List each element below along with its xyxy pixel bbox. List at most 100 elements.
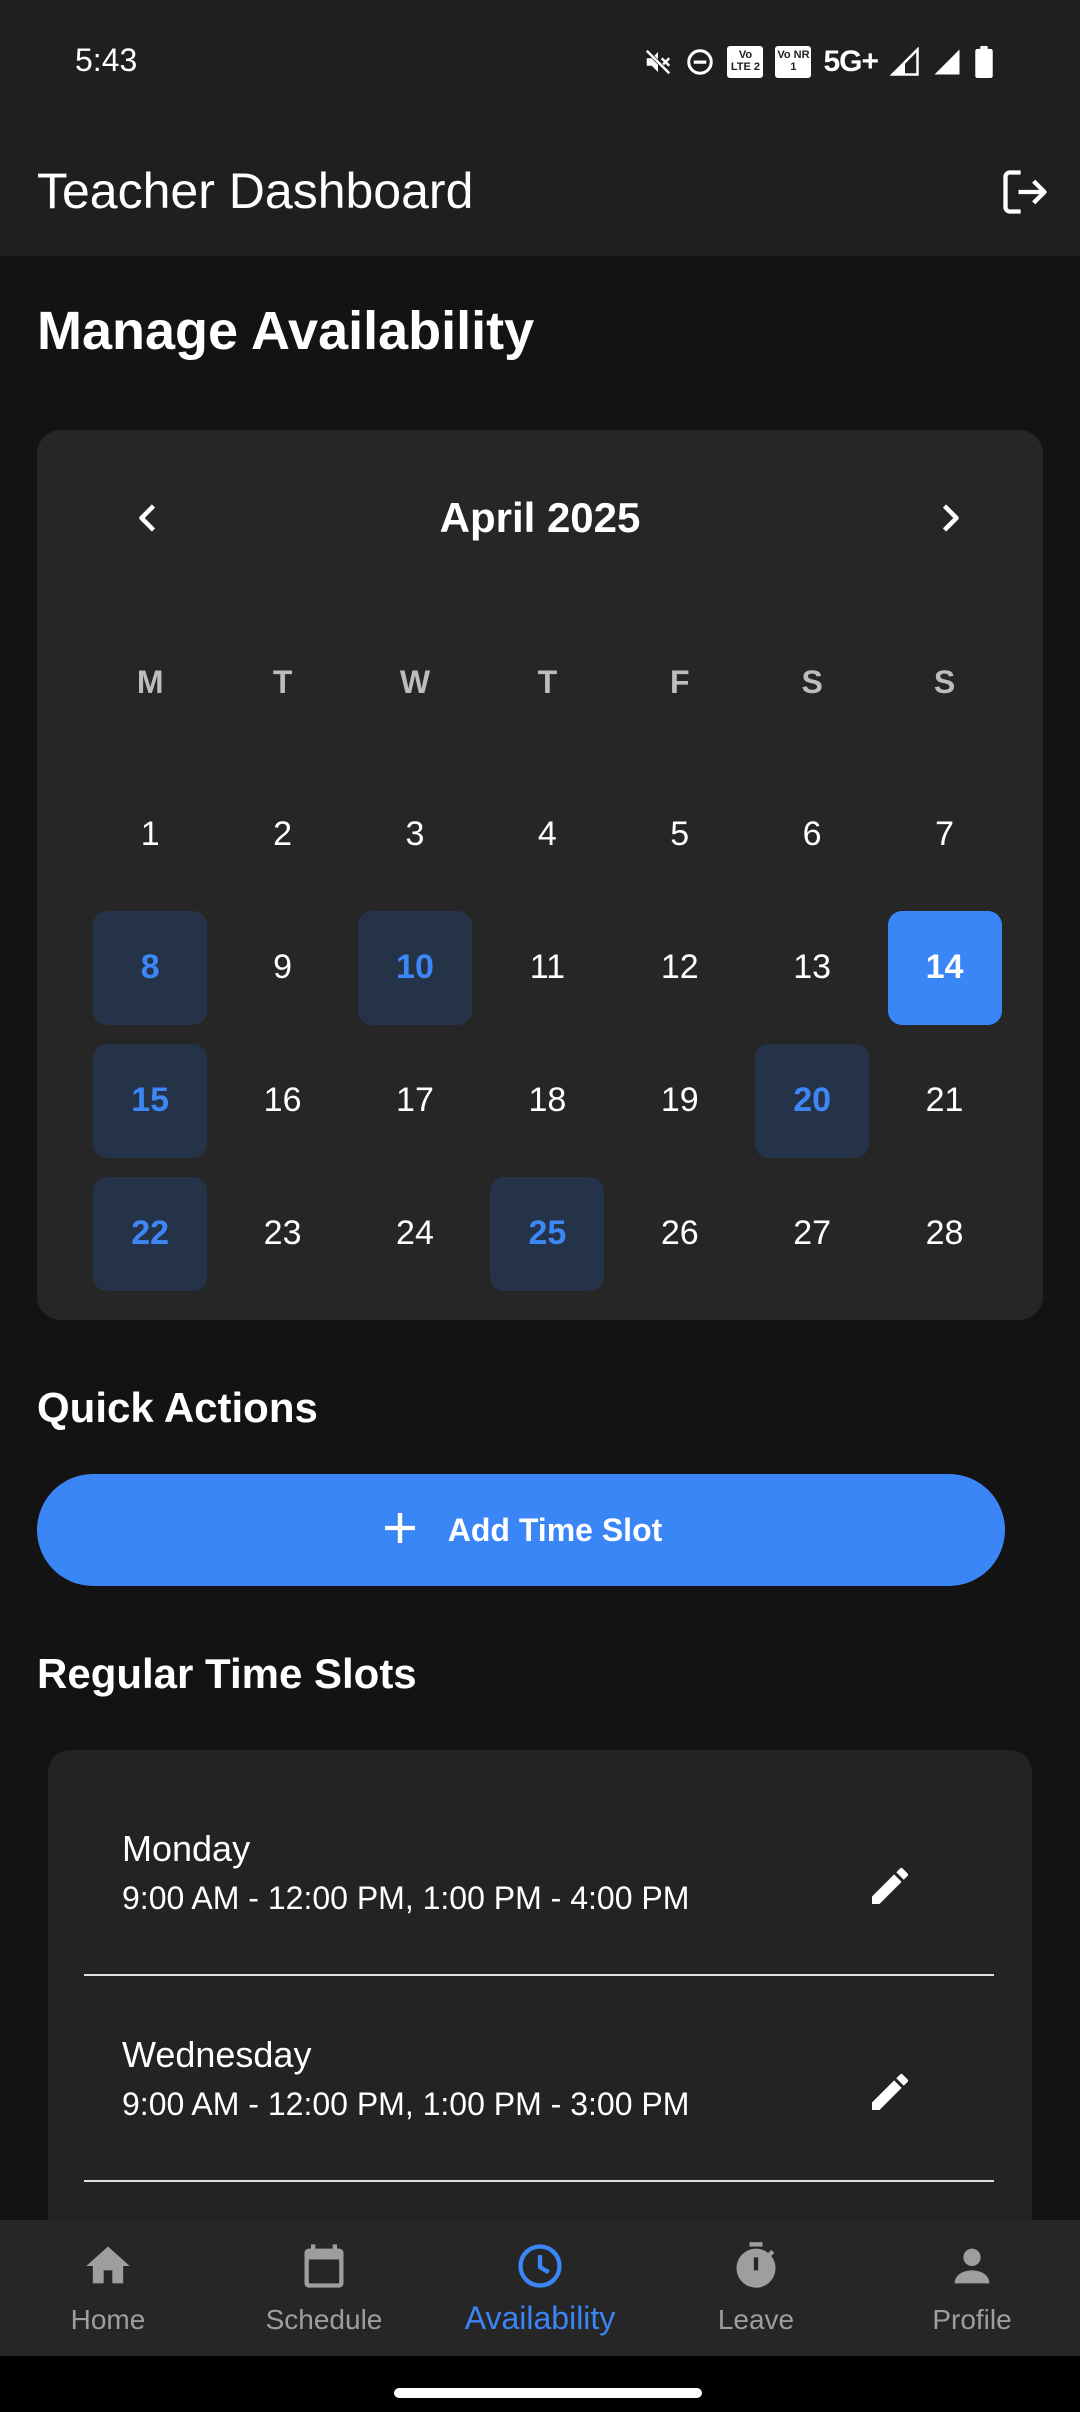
status-icons: Vo LTE 2 Vo NR 1 5G+: [643, 44, 994, 80]
calendar-day-number: 19: [660, 1081, 699, 1119]
calendar-day[interactable]: 20: [746, 1034, 878, 1167]
calendar-day[interactable]: 15: [84, 1034, 216, 1167]
nav-label: Schedule: [265, 2304, 383, 2335]
calendar-day[interactable]: 28: [878, 1167, 1010, 1300]
mute-icon: [643, 47, 673, 77]
calendar-day-number: 2: [273, 815, 293, 853]
nav-item-schedule[interactable]: Schedule: [216, 2220, 432, 2356]
sim2-badge: Vo NR 1: [775, 46, 812, 78]
status-bar: 5:43 Vo LTE 2 Vo NR 1 5G+: [0, 0, 1080, 128]
calendar-day[interactable]: 14: [878, 901, 1010, 1034]
slot-times: 9:00 AM - 12:00 PM, 1:00 PM - 4:00 PM: [122, 1880, 690, 1916]
calendar-day[interactable]: 23: [216, 1167, 348, 1300]
weekday-label: T: [272, 664, 293, 700]
calendar-day-number: 7: [935, 815, 954, 853]
weekday-label: W: [399, 664, 431, 700]
calendar-day-number: 24: [396, 1214, 434, 1252]
calendar-day[interactable]: 7: [878, 768, 1010, 901]
slot-day: Wednesday: [122, 2034, 312, 2075]
nav-item-home[interactable]: Home: [0, 2220, 216, 2356]
nav-item-leave[interactable]: Leave: [648, 2220, 864, 2356]
calendar-day-number: 17: [396, 1081, 434, 1119]
calendar-day-number: 27: [793, 1214, 832, 1252]
calendar-day-number: 6: [802, 815, 822, 853]
calendar-day[interactable]: 16: [216, 1034, 348, 1167]
calendar-day[interactable]: 27: [746, 1167, 878, 1300]
signal-icon: [932, 47, 962, 77]
calendar-day[interactable]: 9: [216, 901, 348, 1034]
calendar-day[interactable]: 13: [746, 901, 878, 1034]
calendar-day[interactable]: 4: [481, 768, 613, 901]
network-label: 5G+: [823, 45, 879, 78]
bottom-navigation: Home Schedule Availability Leave Profile: [0, 2220, 1080, 2356]
calendar-day[interactable]: 19: [614, 1034, 746, 1167]
calendar-day[interactable]: 5: [614, 768, 746, 901]
slot-times: 9:00 AM - 12:00 PM, 1:00 PM - 3:00 PM: [122, 2086, 690, 2122]
edit-slot-button[interactable]: [848, 1846, 932, 1930]
calendar-day[interactable]: 2: [216, 768, 348, 901]
home-gesture-bar[interactable]: [394, 2388, 702, 2398]
person-icon: [864, 2238, 1080, 2294]
edit-slot-button[interactable]: [848, 2052, 932, 2136]
weekday-label: S: [933, 664, 956, 700]
add-time-slot-label: Add Time Slot: [447, 1511, 663, 1548]
nav-label: Home: [70, 2304, 146, 2335]
pencil-icon: [866, 2068, 914, 2121]
calendar-icon: [216, 2238, 432, 2294]
time-slot-row[interactable]: Wednesday 9:00 AM - 12:00 PM, 1:00 PM - …: [48, 1956, 1032, 2162]
nav-label: Profile: [932, 2304, 1012, 2335]
weekday-label: T: [537, 664, 558, 700]
chevron-right-icon: [931, 500, 967, 541]
logout-icon: [999, 166, 1051, 223]
calendar-grid: 1 2 3 4 5 6 7 8 9 10 11 12 13 14 15 16 17 18 19 20 21 22 23 24 2…: [84, 768, 1011, 1300]
calendar-month-label: April 2025: [439, 494, 641, 541]
calendar-day[interactable]: 18: [481, 1034, 613, 1167]
quick-actions-title: Quick Actions: [37, 1384, 318, 1431]
calendar-day[interactable]: 3: [349, 768, 481, 901]
logout-button[interactable]: [990, 164, 1060, 224]
nav-label: Leave: [717, 2304, 795, 2335]
calendar-day[interactable]: 26: [614, 1167, 746, 1300]
nav-item-availability[interactable]: Availability: [432, 2220, 648, 2356]
calendar-day-number: 5: [670, 815, 690, 853]
calendar-weekday-header: M T W T F S S: [84, 664, 1011, 701]
calendar-day-number: 14: [887, 910, 1002, 1025]
calendar-day-number: 1: [140, 815, 160, 853]
page-title: Manage Availability: [37, 301, 535, 361]
calendar-day[interactable]: 11: [481, 901, 613, 1034]
calendar-day[interactable]: 21: [878, 1034, 1010, 1167]
calendar-day-number: 21: [925, 1081, 964, 1119]
calendar-day-number: 12: [660, 948, 699, 986]
calendar-day-number: 3: [405, 815, 425, 853]
calendar-day-number: 10: [357, 910, 472, 1025]
status-time: 5:43: [75, 42, 138, 78]
calendar-day[interactable]: 17: [349, 1034, 481, 1167]
dnd-icon: [685, 47, 715, 77]
calendar-day[interactable]: 12: [614, 901, 746, 1034]
nav-item-profile[interactable]: Profile: [864, 2220, 1080, 2356]
calendar-day[interactable]: 24: [349, 1167, 481, 1300]
calendar-day[interactable]: 8: [84, 901, 216, 1034]
calendar-day[interactable]: 1: [84, 768, 216, 901]
calendar-day[interactable]: 25: [481, 1167, 613, 1300]
plus-icon: [380, 1508, 420, 1553]
weekday-label: F: [669, 664, 690, 700]
calendar-day-number: 8: [93, 910, 208, 1025]
home-icon: [0, 2238, 216, 2294]
signal-icon: [890, 47, 920, 77]
time-slot-row[interactable]: Monday 9:00 AM - 12:00 PM, 1:00 PM - 4:0…: [48, 1750, 1032, 1956]
calendar-day[interactable]: 6: [746, 768, 878, 901]
calendar-day[interactable]: 22: [84, 1167, 216, 1300]
pencil-icon: [866, 1862, 914, 1915]
next-month-button[interactable]: [919, 490, 979, 550]
app-title: Teacher Dashboard: [37, 163, 474, 219]
nav-label: Availability: [464, 2300, 616, 2336]
gesture-area: [0, 2356, 1080, 2412]
calendar-day-number: 11: [529, 948, 565, 986]
calendar-day[interactable]: 10: [349, 901, 481, 1034]
calendar-day-number: 25: [490, 1176, 605, 1291]
calendar-day-number: 18: [528, 1081, 567, 1119]
add-time-slot-button[interactable]: Add Time Slot: [37, 1474, 1005, 1586]
calendar-day-number: 26: [660, 1214, 699, 1252]
regular-slots-card: Monday 9:00 AM - 12:00 PM, 1:00 PM - 4:0…: [48, 1750, 1032, 2270]
